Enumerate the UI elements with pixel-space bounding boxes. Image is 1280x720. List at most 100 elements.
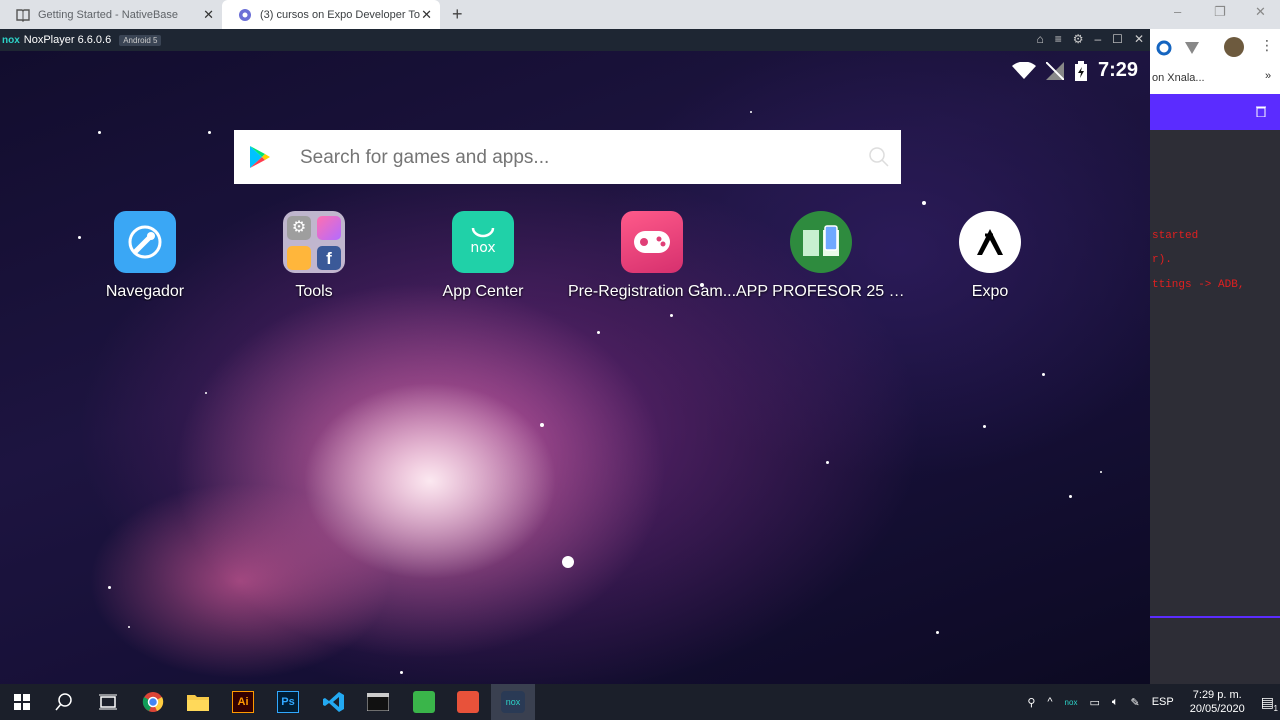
folder-icon bbox=[187, 695, 209, 711]
android-version-badge: Android 5 bbox=[119, 34, 162, 46]
nox-home-icon[interactable]: ⌂ bbox=[1036, 32, 1043, 46]
recorder-icon bbox=[457, 691, 479, 713]
system-tray: ⚲ ^ nox ▭ 🔈︎ ✎ ESP 7:29 p. m. 20/05/2020… bbox=[1021, 684, 1280, 720]
console-log-panel: started r). ttings -> ADB, bbox=[1150, 130, 1280, 616]
taskbar-chrome[interactable] bbox=[131, 684, 175, 720]
taskbar-terminal[interactable] bbox=[356, 684, 400, 720]
close-tab-icon[interactable]: ✕ bbox=[203, 7, 214, 23]
search-icon bbox=[55, 693, 72, 711]
illustrator-icon: Ai bbox=[232, 691, 254, 713]
settings-icon: ⚙ bbox=[287, 216, 311, 240]
nox-logo-icon: nox bbox=[2, 34, 20, 46]
tools-folder-icon: ⚙ f bbox=[283, 211, 345, 273]
nox-app-center-icon: nox bbox=[452, 211, 514, 273]
app-pre-registration[interactable]: Pre-Registration Gam... bbox=[567, 211, 737, 301]
nox-version-title: NoxPlayer 6.6.0.6 bbox=[23, 34, 112, 46]
pen-icon[interactable]: ✎ bbox=[1130, 696, 1139, 709]
nox-title-bar: nox NoxPlayer 6.6.0.6 Android 5 ⌂ ≡ ⚙ – … bbox=[0, 29, 1150, 51]
network-icon[interactable]: ▭ bbox=[1089, 696, 1099, 709]
taskbar-file-explorer[interactable] bbox=[176, 684, 220, 720]
show-hidden-icons-chevron-up-icon[interactable]: ^ bbox=[1047, 696, 1052, 708]
taskbar-camtasia[interactable] bbox=[402, 684, 446, 720]
file-manager-icon bbox=[287, 246, 311, 270]
taskbar-recorder[interactable] bbox=[446, 684, 490, 720]
browser-side-content: ⋮ on Xnala... » started r). ttings -> AD… bbox=[1150, 29, 1280, 684]
tab-title: Getting Started - NativeBase bbox=[38, 8, 179, 21]
taskbar-photoshop[interactable]: Ps bbox=[266, 684, 310, 720]
taskbar-clock[interactable]: 7:29 p. m. 20/05/2020 bbox=[1190, 688, 1245, 716]
taskbar-illustrator[interactable]: Ai bbox=[221, 684, 265, 720]
close-tab-icon[interactable]: ✕ bbox=[421, 7, 432, 23]
photoshop-icon: Ps bbox=[277, 691, 299, 713]
browser-icon bbox=[114, 211, 176, 273]
chrome-icon bbox=[142, 692, 164, 712]
android-status-bar: 7:29 bbox=[1011, 59, 1138, 82]
no-signal-icon bbox=[1045, 61, 1064, 80]
windows-taskbar: Ai Ps nox ⚲ ^ nox ▭ 🔈︎ ✎ ESP 7:29 p. m. … bbox=[0, 684, 1280, 720]
notifications-icon[interactable]: ▤ 1 bbox=[1261, 694, 1278, 713]
browser-tab-nativebase[interactable]: Getting Started - NativeBase ✕ bbox=[0, 0, 222, 29]
app-profesor[interactable]: APP PROFESOR 25 M... bbox=[736, 211, 906, 301]
facebook-icon: f bbox=[317, 246, 341, 270]
android-home-screen[interactable]: 7:29 Search for games and apps... Navega… bbox=[0, 51, 1150, 684]
extension-icon[interactable] bbox=[1156, 40, 1172, 56]
nox-close-button[interactable]: ✕ bbox=[1134, 32, 1144, 46]
taskbar-noxplayer[interactable]: nox bbox=[491, 684, 535, 720]
volume-icon[interactable]: 🔈︎ bbox=[1112, 696, 1119, 709]
taskbar-date: 20/05/2020 bbox=[1189, 703, 1245, 715]
app-expo[interactable]: Expo bbox=[905, 211, 1075, 301]
nox-maximize-button[interactable]: ☐ bbox=[1112, 32, 1123, 46]
taskbar-time: 7:29 p. m. bbox=[1192, 689, 1242, 701]
bookmarks-bar: on Xnala... » bbox=[1150, 65, 1280, 93]
app-label: App Center bbox=[442, 283, 524, 300]
nox-tray-icon[interactable]: nox bbox=[1065, 698, 1078, 707]
bookmarks-more-icon[interactable]: » bbox=[1265, 70, 1271, 82]
browser-tab-expo[interactable]: (3) cursos on Expo Developer Too ✕ bbox=[222, 0, 440, 29]
page-header-bar bbox=[1150, 94, 1280, 130]
play-store-search-bar[interactable]: Search for games and apps... bbox=[234, 130, 901, 184]
status-clock: 7:29 bbox=[1097, 59, 1138, 81]
task-view-button[interactable] bbox=[86, 684, 130, 720]
restore-button[interactable]: ❐ bbox=[1214, 4, 1226, 20]
log-line: r). bbox=[1152, 254, 1172, 266]
terminal-icon bbox=[367, 693, 389, 711]
task-view-icon bbox=[99, 694, 117, 710]
close-window-button[interactable]: ✕ bbox=[1255, 4, 1266, 20]
svg-text:nox: nox bbox=[470, 240, 495, 256]
taskbar-search-button[interactable] bbox=[42, 684, 86, 720]
nox-menu-icon[interactable]: ≡ bbox=[1055, 32, 1062, 46]
nox-settings-icon[interactable]: ⚙ bbox=[1073, 32, 1084, 46]
console-footer bbox=[1150, 616, 1280, 684]
bookmark-item[interactable]: on Xnala... bbox=[1152, 72, 1205, 84]
minimize-button[interactable]: – bbox=[1174, 4, 1181, 19]
book-icon bbox=[16, 8, 30, 22]
windows-start-button[interactable] bbox=[0, 684, 44, 720]
search-placeholder: Search for games and apps... bbox=[300, 147, 550, 168]
expo-favicon-icon bbox=[238, 8, 252, 22]
app-navegador[interactable]: Navegador bbox=[60, 211, 230, 301]
gamepad-icon bbox=[621, 211, 683, 273]
browser-tab-strip: Getting Started - NativeBase ✕ (3) curso… bbox=[0, 0, 1280, 29]
new-tab-button[interactable]: + bbox=[452, 4, 463, 25]
menu-icon[interactable]: ⋮ bbox=[1260, 37, 1274, 54]
windows-logo-icon bbox=[14, 694, 30, 710]
battery-charging-icon bbox=[1074, 60, 1087, 81]
taskbar-vscode[interactable] bbox=[312, 684, 356, 720]
vue-devtools-icon[interactable] bbox=[1184, 40, 1200, 56]
avatar[interactable] bbox=[1224, 37, 1244, 57]
gallery-icon bbox=[317, 216, 341, 240]
log-line: ttings -> ADB, bbox=[1152, 279, 1245, 291]
vscode-icon bbox=[323, 692, 344, 712]
app-label: Pre-Registration Gam... bbox=[567, 283, 737, 300]
people-icon[interactable]: ⚲ bbox=[1027, 696, 1035, 709]
search-icon[interactable] bbox=[869, 147, 889, 167]
app-label: Navegador bbox=[105, 283, 185, 300]
log-line: started bbox=[1152, 230, 1199, 242]
book-phone-icon bbox=[790, 211, 852, 273]
notification-count: 1 bbox=[1273, 703, 1278, 713]
app-tools-folder[interactable]: ⚙ f Tools bbox=[229, 211, 399, 301]
language-indicator[interactable]: ESP bbox=[1152, 696, 1174, 708]
trash-icon[interactable] bbox=[1256, 105, 1266, 117]
app-app-center[interactable]: nox App Center bbox=[398, 211, 568, 301]
nox-minimize-button[interactable]: – bbox=[1094, 32, 1101, 46]
